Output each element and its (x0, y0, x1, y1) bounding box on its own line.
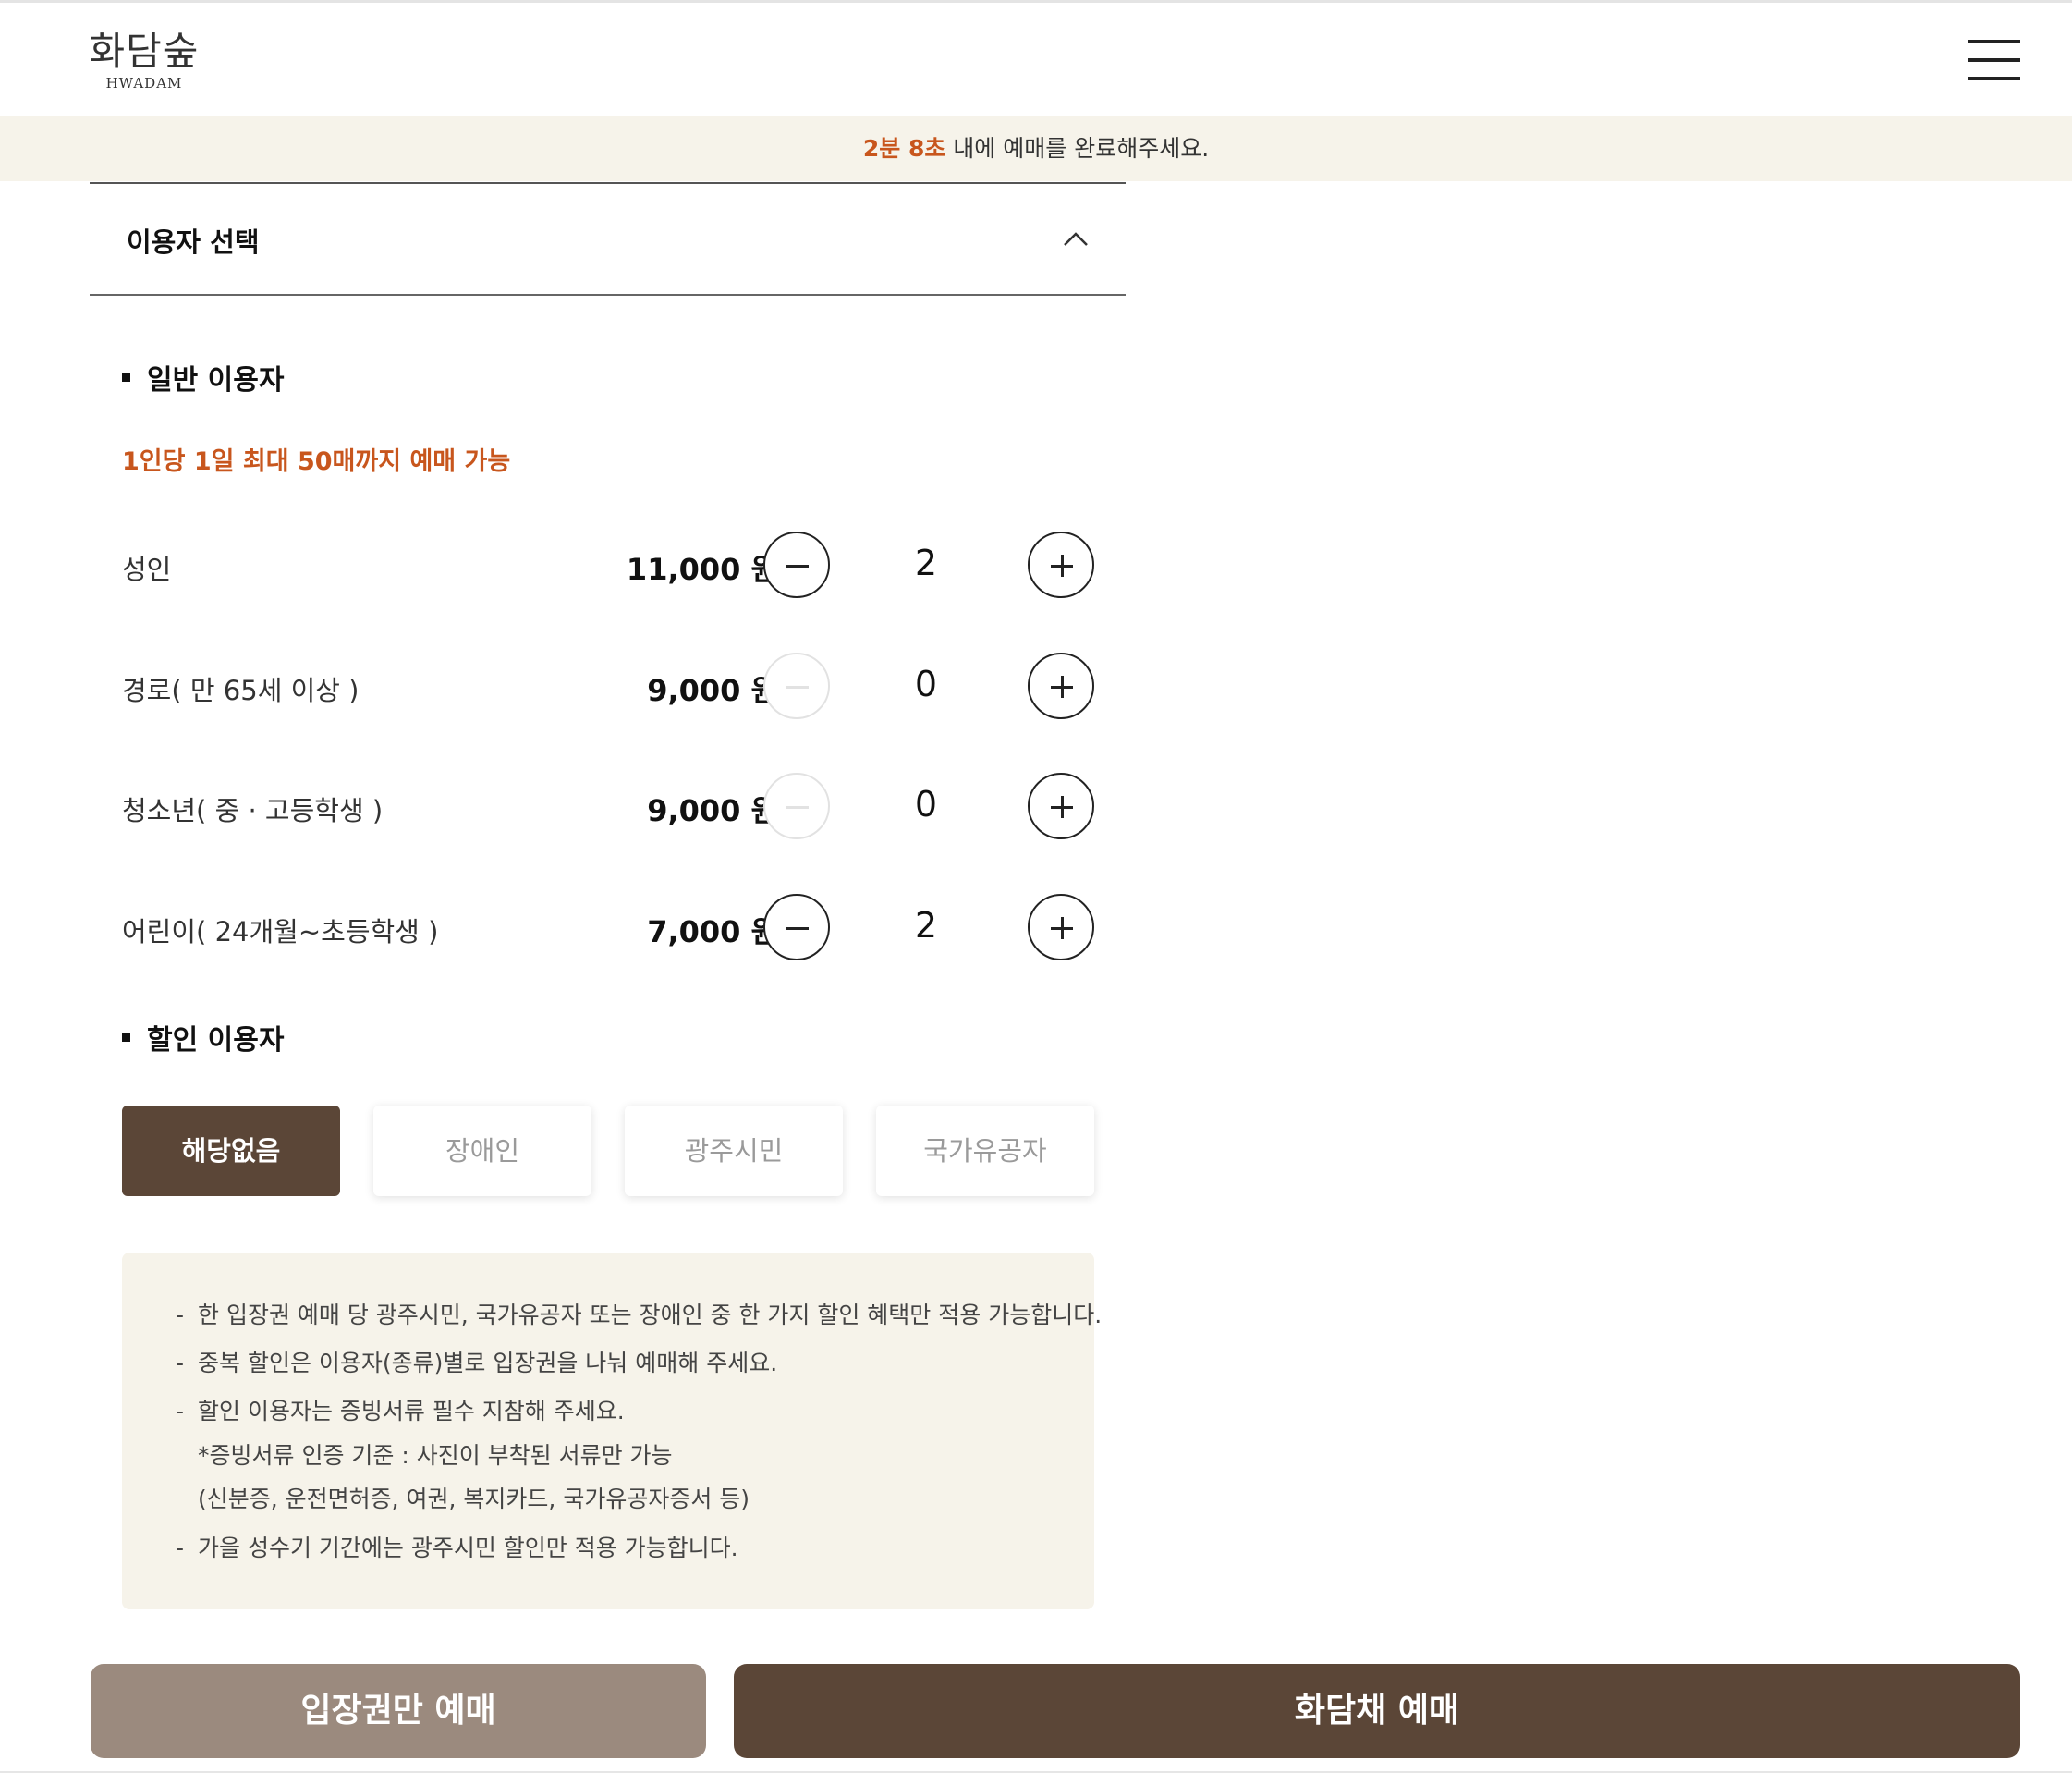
minus-icon (786, 806, 809, 809)
ticket-only-reserve-button[interactable]: 입장권만 예매 (91, 1664, 706, 1758)
notice-subline: *증빙서류 인증 기준 : 사진이 부착된 서류만 가능 (198, 1442, 673, 1469)
divider (90, 294, 1126, 296)
decrease-button[interactable] (763, 894, 830, 960)
user-select-accordion-header[interactable]: 이용자 선택 (90, 184, 1126, 295)
chevron-up-icon[interactable] (1060, 223, 1091, 254)
general-users-title: 일반 이용자 (147, 364, 285, 397)
bottom-divider (0, 1771, 2072, 1773)
section-title: 이용자 선택 (127, 226, 260, 258)
discount-option-none[interactable]: 해당없음 (122, 1106, 340, 1196)
ticket-price: 7,000 원 (647, 914, 778, 949)
ticket-price: 9,000 원 (647, 793, 778, 828)
quantity-value: 2 (914, 905, 938, 946)
timer-message: 내에 예매를 완료해주세요. (953, 135, 1210, 162)
ticket-type-label: 성인 (122, 554, 172, 585)
bullet-square-icon (122, 373, 130, 382)
discount-users-heading: 할인 이용자 (122, 1017, 284, 1058)
ticket-type-label: 청소년( 중 · 고등학생 ) (122, 795, 384, 826)
decrease-button[interactable] (763, 773, 830, 839)
ticket-row-adult: 성인 11,000 원 2 (122, 530, 1094, 600)
ticket-row-senior: 경로( 만 65세 이상 ) 9,000 원 0 (122, 651, 1094, 721)
increase-button[interactable] (1028, 653, 1094, 719)
hamburger-menu-icon[interactable] (1968, 38, 2020, 82)
logo-sub-text: HWADAM (105, 75, 183, 92)
decrease-button[interactable] (763, 532, 830, 598)
minus-icon (786, 565, 809, 568)
menu-bar (1968, 58, 2020, 62)
ticket-type-label: 어린이( 24개월~초등학생 ) (122, 916, 439, 948)
site-logo[interactable]: 화담숲 HWADAM (89, 29, 200, 92)
increase-button[interactable] (1028, 532, 1094, 598)
discount-option-disabled[interactable]: 장애인 (373, 1106, 591, 1196)
minus-icon (786, 686, 809, 689)
hwadamchae-reserve-button[interactable]: 화담채 예매 (734, 1664, 2020, 1758)
notice-subline: (신분증, 운전면허증, 여권, 복지카드, 국가유공자증서 등) (198, 1485, 750, 1512)
ticket-price: 9,000 원 (647, 673, 778, 708)
site-header: 화담숲 HWADAM (0, 3, 2072, 116)
ticket-type-label: 경로( 만 65세 이상 ) (122, 675, 360, 706)
quantity-value: 2 (914, 543, 938, 583)
discount-users-title: 할인 이용자 (147, 1024, 285, 1057)
logo-main-text: 화담숲 (89, 29, 200, 74)
timer-remaining: 2분 8초 (862, 135, 946, 162)
ticket-price: 11,000 원 (626, 552, 778, 587)
bullet-square-icon (122, 1033, 130, 1042)
discount-option-gwangju-citizen[interactable]: 광주시민 (625, 1106, 843, 1196)
notice-line: - 중복 할인은 이용자(종류)별로 입장권을 나눠 예매해 주세요. (176, 1350, 778, 1376)
decrease-button[interactable] (763, 653, 830, 719)
menu-bar (1968, 40, 2020, 43)
timer-banner: 2분 8초 내에 예매를 완료해주세요. (0, 116, 2072, 181)
notice-line: - 가을 성수기 기간에는 광주시민 할인만 적용 가능합니다. (176, 1534, 738, 1561)
menu-bar (1968, 77, 2020, 80)
increase-button[interactable] (1028, 773, 1094, 839)
minus-icon (786, 927, 809, 930)
ticket-row-child: 어린이( 24개월~초등학생 ) 7,000 원 2 (122, 892, 1094, 962)
notice-line: - 할인 이용자는 증빙서류 필수 지참해 주세요. (176, 1398, 625, 1424)
notice-line: -한 입장권 예매 당 광주시민, 국가유공자 또는 장애인 중 한 가지 할인… (176, 1302, 1103, 1328)
booking-page: 화담숲 HWADAM 2분 8초 내에 예매를 완료해주세요. 이용자 선택 일… (0, 0, 2072, 1785)
quantity-value: 0 (914, 784, 938, 825)
discount-notice-box: -한 입장권 예매 당 광주시민, 국가유공자 또는 장애인 중 한 가지 할인… (122, 1253, 1102, 1609)
purchase-limit-note: 1인당 1일 최대 50매까지 예매 가능 (122, 447, 511, 476)
discount-option-national-merit[interactable]: 국가유공자 (876, 1106, 1094, 1196)
ticket-row-youth: 청소년( 중 · 고등학생 ) 9,000 원 0 (122, 771, 1094, 841)
quantity-value: 0 (914, 664, 938, 704)
general-users-heading: 일반 이용자 (122, 357, 284, 397)
increase-button[interactable] (1028, 894, 1094, 960)
